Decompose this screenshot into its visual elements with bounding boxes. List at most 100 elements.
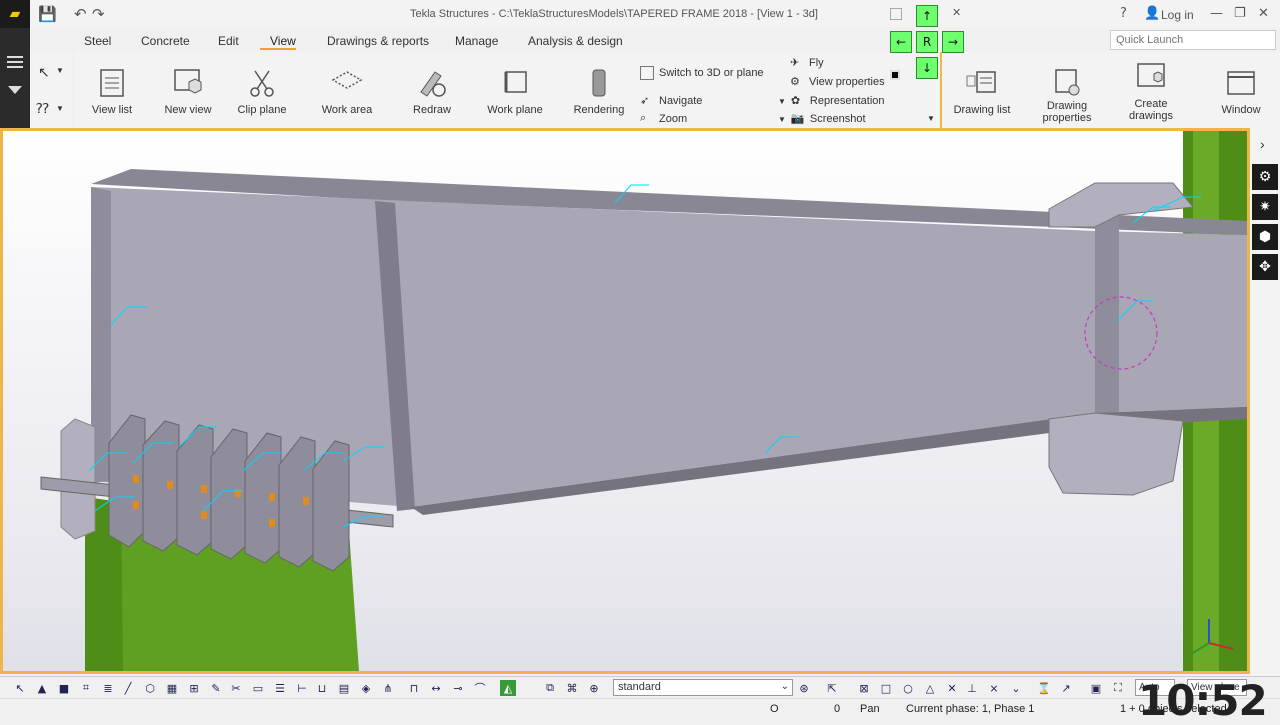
restore-button[interactable]: ❐ <box>1234 6 1246 21</box>
nav-up-button[interactable]: ↑ <box>916 5 938 27</box>
window-button[interactable]: Window <box>1216 66 1266 116</box>
filter-settings-icon[interactable]: ⊛ <box>796 680 812 696</box>
select-distances-icon[interactable]: ⊢ <box>294 680 310 696</box>
snap-cross-icon[interactable]: ✕ <box>944 680 960 696</box>
nav-reset-button[interactable]: R <box>916 31 938 53</box>
work-area-button[interactable]: Work area <box>320 66 374 116</box>
model-canvas[interactable] <box>3 131 1247 671</box>
select-planes-icon[interactable]: ☰ <box>272 680 288 696</box>
select-all-icon[interactable]: ↖ <box>12 680 28 696</box>
tab-drawings-reports[interactable]: Drawings & reports <box>327 34 429 48</box>
select-welds-icon[interactable]: ≣ <box>100 680 116 696</box>
select-bolts-icon[interactable]: ⌗ <box>78 680 94 696</box>
representation-dropdown-icon[interactable]: ▼ <box>778 97 786 106</box>
tab-steel[interactable]: Steel <box>84 34 111 48</box>
model-view-3d[interactable] <box>0 128 1250 674</box>
close-view-icon[interactable]: ✕ <box>952 6 961 19</box>
view-list-button[interactable]: View list <box>90 66 134 116</box>
rendering-button[interactable]: Rendering <box>572 66 626 116</box>
snap-box-icon[interactable]: ⊠ <box>856 680 872 696</box>
drawing-list-button[interactable]: Drawing list <box>952 66 1012 116</box>
chevron-down-icon[interactable]: ⌄ <box>781 681 789 692</box>
snap-magnify-icon[interactable]: ⊕ <box>586 680 602 696</box>
select-arrow-icon[interactable]: ↖ <box>38 64 50 81</box>
snap-point-icon[interactable]: ⊸ <box>450 680 466 696</box>
selection-filter-select[interactable]: standard ⌄ <box>613 679 793 696</box>
status-phase[interactable]: Current phase: 1, Phase 1 <box>906 703 1034 715</box>
tab-analysis-design[interactable]: Analysis & design <box>528 34 623 48</box>
snap-triangle-icon[interactable]: △ <box>922 680 938 696</box>
select-grid-lines-icon[interactable]: ⊞ <box>186 680 202 696</box>
select-points-icon[interactable]: ✎ <box>208 680 224 696</box>
login-link[interactable]: Log in <box>1161 8 1194 22</box>
snap-extension-icon[interactable]: ⌘ <box>564 680 580 696</box>
chevron-right-icon[interactable]: › <box>1260 136 1265 152</box>
tab-view[interactable]: View <box>270 34 296 48</box>
fly-button[interactable]: ✈ Fly <box>790 56 824 70</box>
representation-button[interactable]: ▼ ✿ Representation <box>778 94 885 108</box>
select-assembly-icon[interactable]: ⋔ <box>380 680 396 696</box>
query-dropdown-icon[interactable]: ▼ <box>56 104 64 113</box>
snap-arc-icon[interactable]: ⌒ <box>472 680 488 696</box>
tab-concrete[interactable]: Concrete <box>141 34 190 48</box>
apps-icon[interactable]: ✥ <box>1252 254 1278 280</box>
redraw-button[interactable]: Redraw <box>410 66 454 116</box>
view-depth-icon[interactable]: ▣ <box>1088 680 1104 696</box>
minimize-view-icon[interactable] <box>890 8 902 20</box>
snap-square-icon[interactable]: □ <box>878 680 894 696</box>
minimize-button[interactable]: — <box>1210 6 1223 21</box>
switch-3d-plane-button[interactable]: Switch to 3D or plane <box>640 66 764 80</box>
snap-nearest-icon[interactable]: ⨯ <box>986 680 1002 696</box>
create-drawings-button[interactable]: Create drawings <box>1126 60 1176 122</box>
properties-icon[interactable]: ⚙ <box>1252 164 1278 190</box>
zoom-button[interactable]: ⌕ Zoom <box>640 112 687 126</box>
nav-down-button[interactable]: ↓ <box>916 57 938 79</box>
snap-tangent-icon[interactable]: ⌄ <box>1008 680 1024 696</box>
panel-expand-icon[interactable]: ▼ <box>927 114 935 123</box>
select-surfaces-icon[interactable]: ▤ <box>336 680 352 696</box>
view-properties-button[interactable]: ⚙ View properties <box>790 75 885 89</box>
snap-geometry-icon[interactable]: ◭ <box>500 680 516 696</box>
work-plane-button[interactable]: Work plane <box>484 66 546 116</box>
select-components-icon[interactable]: ■ <box>56 680 72 696</box>
navigate-button[interactable]: ➶ Navigate <box>640 94 702 108</box>
select-switch-icon[interactable]: ⇱ <box>824 680 840 696</box>
snap-circle-icon[interactable]: ○ <box>900 680 916 696</box>
undo-icon[interactable]: ↶ <box>74 5 87 23</box>
select-dropdown-icon[interactable]: ▼ <box>56 66 64 75</box>
close-button[interactable]: ✕ <box>1258 6 1269 21</box>
help-icon[interactable]: ? <box>1120 6 1127 21</box>
snap-end-icon[interactable]: ⊓ <box>406 680 422 696</box>
snap-mid-icon[interactable]: ↔ <box>428 680 444 696</box>
snap-reference-icon[interactable]: ⧉ <box>542 680 558 696</box>
nav-right-button[interactable]: → <box>942 31 964 53</box>
settings-icon[interactable]: ✷ <box>1252 194 1278 220</box>
cube-icon[interactable]: ⬢ <box>1252 224 1278 250</box>
query-icon[interactable]: ⁇ <box>36 100 49 117</box>
select-grid-icon[interactable]: ▦ <box>164 680 180 696</box>
drawing-properties-button[interactable]: Drawing properties <box>1040 66 1094 124</box>
select-objects-icon[interactable]: ⬡ <box>142 680 158 696</box>
stop-icon[interactable] <box>890 70 900 80</box>
redo-icon[interactable]: ↷ <box>92 5 105 23</box>
screenshot-dropdown-icon[interactable]: ▼ <box>778 115 786 124</box>
nav-left-button[interactable]: ← <box>890 31 912 53</box>
menu-icon[interactable] <box>7 56 23 58</box>
select-cuts-icon[interactable]: ✂ <box>228 680 244 696</box>
new-view-button[interactable]: New view <box>164 66 212 116</box>
snap-free-icon[interactable]: ⌛ <box>1036 680 1052 696</box>
tab-manage[interactable]: Manage <box>455 34 498 48</box>
quick-launch-input[interactable] <box>1110 30 1276 50</box>
snap-line-icon[interactable]: ↗ <box>1058 680 1074 696</box>
select-views-icon[interactable]: ▭ <box>250 680 266 696</box>
select-parts-icon[interactable]: ▲ <box>34 680 50 696</box>
menu-dropdown-icon[interactable] <box>8 86 22 94</box>
snap-perpendicular-icon[interactable]: ⊥ <box>964 680 980 696</box>
work-area-fit-icon[interactable]: ⛶ <box>1110 680 1126 696</box>
select-layers-icon[interactable]: ◈ <box>358 680 374 696</box>
tekla-logo[interactable]: ▰ <box>0 0 30 28</box>
select-lines-icon[interactable]: ╱ <box>120 680 136 696</box>
select-reinforcement-icon[interactable]: ⊔ <box>314 680 330 696</box>
clip-plane-button[interactable]: Clip plane <box>236 66 288 116</box>
tab-edit[interactable]: Edit <box>218 34 239 48</box>
